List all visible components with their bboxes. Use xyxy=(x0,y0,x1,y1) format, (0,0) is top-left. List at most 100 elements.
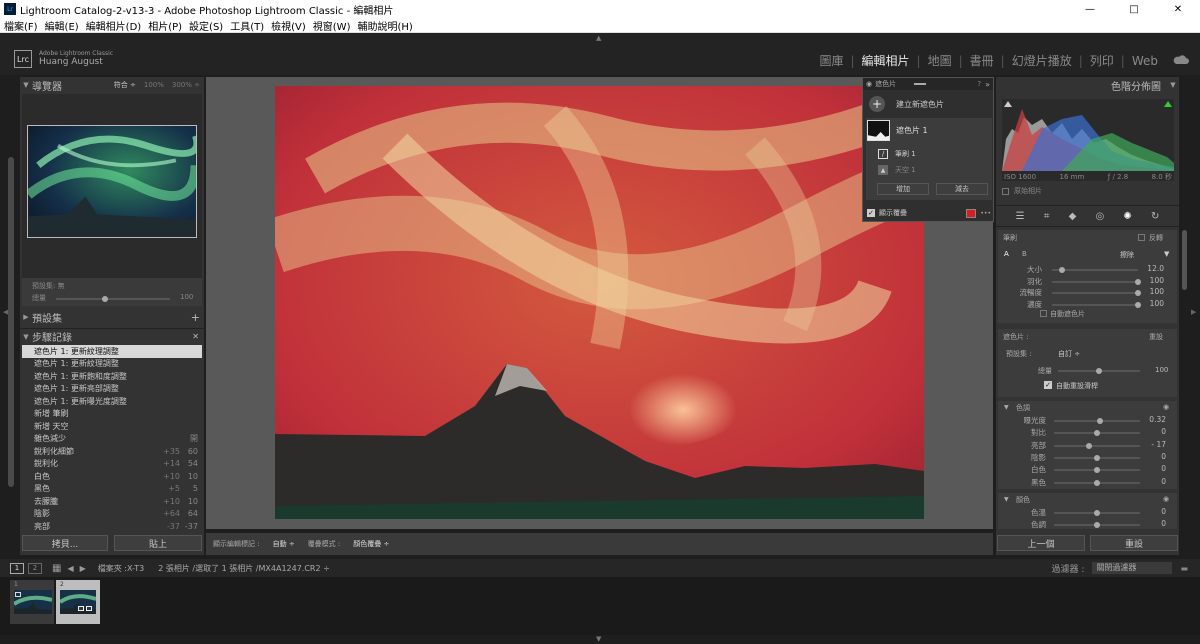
auto-mask-checkbox[interactable] xyxy=(1040,310,1047,317)
collapse-icon[interactable]: ▼ xyxy=(1004,496,1009,503)
slider-knob[interactable] xyxy=(1094,510,1100,516)
previous-button[interactable]: 上一個 xyxy=(997,535,1085,551)
forward-icon[interactable]: ▶ xyxy=(80,564,86,573)
history-item[interactable]: 新增 筆刷 xyxy=(22,408,202,421)
reset-button[interactable]: 重設 xyxy=(1090,535,1178,551)
copy-button[interactable]: 拷貝... xyxy=(22,535,108,551)
slider-knob[interactable] xyxy=(1094,467,1100,474)
maximize-button[interactable]: □ xyxy=(1112,4,1156,15)
masking-icon[interactable]: ✺ xyxy=(1123,211,1131,222)
slider-knob[interactable] xyxy=(1094,454,1100,461)
menu-view[interactable]: 檢視(V) xyxy=(271,18,306,33)
mask-amount-knob[interactable] xyxy=(1096,368,1102,374)
histogram[interactable]: ISO 1600 16 mm ƒ / 2.8 8.0 秒 xyxy=(1002,99,1174,181)
mask-reset-button[interactable]: 重設 xyxy=(1149,332,1163,342)
mask-component-brush[interactable]: / 筆刷 1 xyxy=(878,149,916,159)
brush-b-tab[interactable]: B xyxy=(1022,250,1027,258)
history-item[interactable]: 新增 天空 xyxy=(22,420,202,433)
slider-knob[interactable] xyxy=(1094,479,1100,486)
folder-source[interactable]: 檔案夾 :X-T3 xyxy=(98,563,144,574)
collapse-icon[interactable]: ▼ xyxy=(1004,404,1009,411)
module-slideshow[interactable]: 幻燈片播放 xyxy=(1012,52,1072,69)
tone-visibility-icon[interactable]: ◉ xyxy=(1163,403,1169,411)
history-item[interactable]: 陰影 +64 64 xyxy=(22,508,202,521)
presets-header[interactable]: ▶ 預設集 + xyxy=(20,309,204,325)
crop-icon[interactable]: ⌗ xyxy=(1044,211,1050,222)
slider-track[interactable] xyxy=(1054,418,1140,424)
preset-select[interactable]: 自訂 ÷ xyxy=(1058,349,1080,359)
brush-menu-icon[interactable]: ▼ xyxy=(1164,250,1169,258)
history-item[interactable]: 遮色片 1: 更新紋理調整 xyxy=(22,358,202,371)
slider-knob[interactable] xyxy=(1094,522,1100,529)
mask-item[interactable]: 遮色片 1 xyxy=(866,120,928,141)
view-1-button[interactable]: 1 xyxy=(10,562,24,574)
mask-panel-header[interactable]: ◉ 遮色片 ? » xyxy=(863,78,993,90)
mask-component-sky[interactable]: ▲ 天空 1 xyxy=(878,165,916,175)
navigator-header[interactable]: ▼ 導覽器 符合 ÷ 100% 300% ÷ xyxy=(20,77,204,93)
auto-reset-checkbox[interactable]: ✓ xyxy=(1044,381,1052,389)
filmstrip-thumb-selected[interactable]: 2 xyxy=(56,580,100,624)
right-panel-toggle-icon[interactable]: ▶ xyxy=(1191,308,1196,316)
history-item[interactable]: 白色 +10 10 xyxy=(22,470,202,483)
back-icon[interactable]: ◀ xyxy=(67,564,73,573)
history-item[interactable]: 銳利化細節 +35 60 xyxy=(22,445,202,458)
left-scrollbar[interactable] xyxy=(8,157,14,487)
history-item[interactable]: 遮色片 1: 更新紋理調整 xyxy=(22,345,202,358)
histogram-header[interactable]: 色階分佈圖 ▼ xyxy=(996,77,1179,93)
color-visibility-icon[interactable]: ◉ xyxy=(1163,495,1169,503)
show-overlay-checkbox[interactable]: ✓ xyxy=(867,209,875,217)
slider-track[interactable] xyxy=(1054,510,1140,516)
grid-icon[interactable]: ▦ xyxy=(52,563,61,574)
cloud-icon[interactable] xyxy=(1173,55,1189,65)
create-new-mask-button[interactable]: + 建立新遮色片 xyxy=(869,96,944,112)
history-item[interactable]: 銳利化 +14 54 xyxy=(22,458,202,471)
invert-checkbox[interactable] xyxy=(1138,234,1145,241)
preset-amount-knob[interactable] xyxy=(101,296,108,302)
history-item[interactable]: 雜色減少開 xyxy=(22,433,202,446)
module-web[interactable]: Web xyxy=(1132,54,1158,68)
minimize-button[interactable]: — xyxy=(1068,4,1112,15)
original-photo-row[interactable]: 原始相片 xyxy=(1002,186,1042,196)
slider-track[interactable] xyxy=(1052,301,1141,308)
history-item[interactable]: 遮色片 1: 更新曝光度調整 xyxy=(22,395,202,408)
history-item[interactable]: 遮色片 1: 更新亮部調整 xyxy=(22,383,202,396)
help-icon[interactable]: ? xyxy=(977,80,981,88)
slider-track[interactable] xyxy=(1052,278,1141,285)
history-item[interactable]: 黑色 +5 5 xyxy=(22,483,202,496)
paste-button[interactable]: 貼上 xyxy=(114,535,202,551)
brush-a-tab[interactable]: A xyxy=(1004,250,1009,258)
menu-develop[interactable]: 編輯相片(D) xyxy=(86,18,142,33)
expand-icon[interactable]: » xyxy=(985,80,990,89)
add-preset-button[interactable]: + xyxy=(191,311,200,324)
clear-history-button[interactable]: ✕ xyxy=(192,332,199,341)
menu-settings[interactable]: 設定(S) xyxy=(189,18,223,33)
overlay-mode-select[interactable]: 顏色覆疊 ÷ xyxy=(353,539,389,549)
slider-knob[interactable] xyxy=(1094,430,1100,437)
selection-info[interactable]: 2 張相片 /選取了 1 張相片 /MX4A1247.CR2 ÷ xyxy=(158,563,330,574)
slider-knob[interactable] xyxy=(1096,418,1103,424)
add-button[interactable]: 增加 xyxy=(877,183,929,195)
erase-tab[interactable]: 擦除 xyxy=(1120,250,1134,260)
histogram-graph[interactable] xyxy=(1002,99,1174,171)
filter-select[interactable]: 關閉過濾器 xyxy=(1092,562,1173,574)
overlay-color-swatch[interactable] xyxy=(966,208,977,218)
main-photo[interactable] xyxy=(275,86,924,519)
slider-track[interactable] xyxy=(1054,522,1140,529)
top-panel-toggle-icon[interactable]: ▲ xyxy=(596,34,601,42)
menu-window[interactable]: 視窗(W) xyxy=(313,18,351,33)
menu-photo[interactable]: 相片(P) xyxy=(148,18,182,33)
shadow-clipping-icon[interactable] xyxy=(1004,101,1012,107)
slider-track[interactable] xyxy=(1052,290,1141,296)
slider-track[interactable] xyxy=(1054,467,1140,474)
slider-track[interactable] xyxy=(1054,479,1140,486)
red-eye-icon[interactable]: ◎ xyxy=(1095,211,1104,222)
menu-help[interactable]: 輔助說明(H) xyxy=(357,18,412,33)
module-map[interactable]: 地圖 xyxy=(928,52,952,69)
slider-track[interactable] xyxy=(1052,267,1138,273)
subtract-button[interactable]: 減去 xyxy=(936,183,988,195)
zoom-100[interactable]: 100% xyxy=(144,81,164,89)
slider-track[interactable] xyxy=(1054,454,1140,461)
history-item[interactable]: 去朦朧 +10 10 xyxy=(22,495,202,508)
history-item[interactable]: 遮色片 1: 更新飽和度調整 xyxy=(22,370,202,383)
zoom-300[interactable]: 300% ÷ xyxy=(172,81,200,89)
